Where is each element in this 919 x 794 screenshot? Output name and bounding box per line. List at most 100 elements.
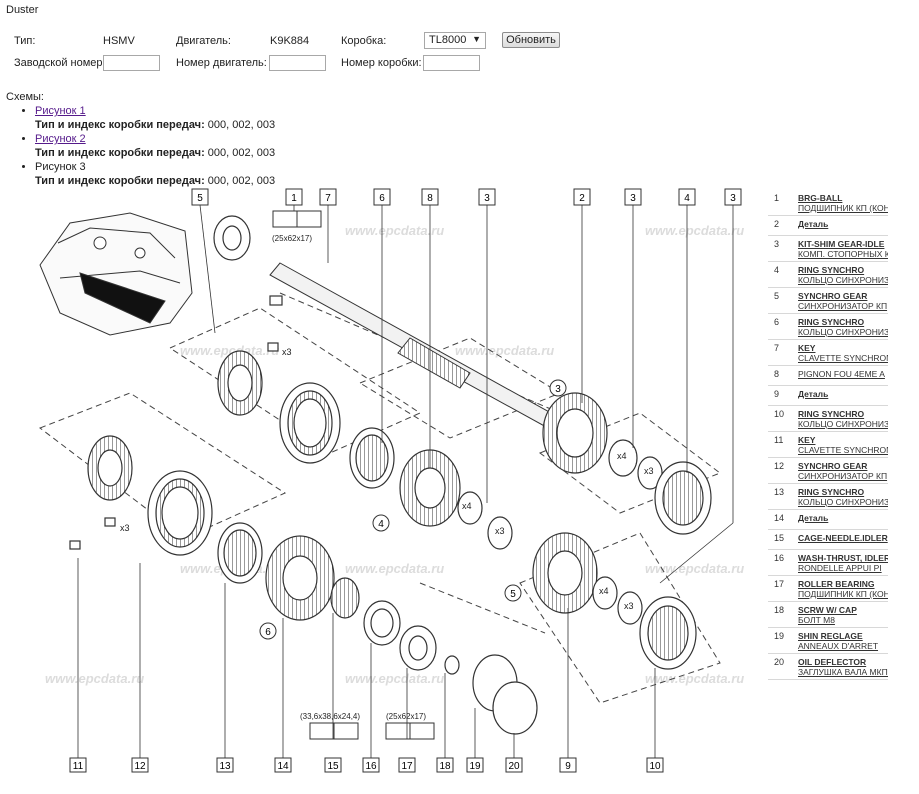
parts-row[interactable]: 12 SYNCHRO GEAR СИНХРОНИЗАТОР КП (768, 458, 888, 484)
part-name: RING SYNCHRO (798, 487, 865, 497)
watermark: www.epcdata.ru (345, 223, 444, 238)
gear-rings (69, 295, 712, 735)
callout-box-18[interactable]: 18 (436, 757, 454, 773)
parts-row[interactable]: 5 SYNCHRO GEAR СИНХРОНИЗАТОР КП (768, 288, 888, 314)
parts-row[interactable]: 9 Деталь (768, 386, 888, 406)
part-number: 8 (774, 369, 780, 379)
dimension-label-1: (25x62x17) (272, 234, 312, 243)
callout-box-9[interactable]: 9 (559, 757, 577, 773)
scheme-sub-label: Тип и индекс коробки передач: (35, 147, 205, 159)
qty-x4-label: x4 (599, 586, 609, 596)
parts-row[interactable]: 2 Деталь (768, 216, 888, 236)
parts-row[interactable]: 4 RING SYNCHROКОЛЬЦО СИНХРОНИЗАТ (768, 262, 888, 288)
bottom-callouts: 11 12 13 14 15 16 17 18 19 20 9 10 (69, 757, 664, 773)
callout-number: 6 (379, 193, 385, 204)
part-number: 15 (774, 533, 785, 543)
schemes-list: Рисунок 1 Тип и индекс коробки передач: … (20, 104, 335, 188)
callout-box-3[interactable]: 3 (724, 188, 742, 206)
callout-box-8[interactable]: 8 (421, 188, 439, 206)
scheme-sub-value: 000, 002, 003 (204, 147, 276, 159)
circle-callout-number: 5 (510, 589, 516, 600)
part-number: 16 (774, 553, 785, 563)
parts-row[interactable]: 18 SCRW W/ CAP БОЛТ M8 (768, 602, 888, 628)
gearbox-number-input[interactable] (423, 55, 480, 71)
part-desc: КОЛЬЦО СИНХРОНИЗАТ (798, 419, 888, 429)
parts-row[interactable]: 11 KEY CLAVETTE SYNCHRON (768, 432, 888, 458)
callout-box-5[interactable]: 5 (191, 188, 209, 206)
engine-number-label: Номер двигатель: (176, 57, 267, 69)
callout-number: 3 (630, 193, 636, 204)
part-name: RING SYNCHRO (798, 317, 865, 327)
callout-box-20[interactable]: 20 (505, 757, 523, 773)
part-number: 5 (774, 291, 780, 301)
parts-row[interactable]: 1 BRG-BALL ПОДШИПНИК КП (КОНИ (768, 190, 888, 216)
callout-box-12[interactable]: 12 (131, 757, 149, 773)
watermark: www.epcdata.ru (645, 671, 744, 686)
refresh-button[interactable]: Обновить (502, 32, 560, 48)
callout-box-3[interactable]: 3 (624, 188, 642, 206)
callout-box-17[interactable]: 17 (398, 757, 416, 773)
parts-row[interactable]: 17 ROLLER BEARING ПОДШИПНИК КП (КОНИ (768, 576, 888, 602)
parts-row[interactable]: 14 Деталь (768, 510, 888, 530)
callout-number: 17 (401, 761, 413, 772)
callout-number: 14 (277, 761, 289, 772)
callout-number: 7 (325, 193, 331, 204)
parts-row[interactable]: 6 RING SYNCHROКОЛЬЦО СИНХРОНИЗАТ (768, 314, 888, 340)
factory-number-input[interactable] (103, 55, 160, 71)
callout-number: 19 (469, 761, 481, 772)
callout-box-10[interactable]: 10 (646, 757, 664, 773)
part-number: 20 (774, 657, 785, 667)
gearbox-select-value: TL8000 (429, 34, 467, 46)
callout-box-2[interactable]: 2 (573, 188, 591, 206)
parts-row[interactable]: 3 KIT-SHIM GEAR-IDLE КОМП. СТОПОРНЫХ КО (768, 236, 888, 262)
watermark: www.epcdata.ru (345, 671, 444, 686)
part-desc: КОЛЬЦО СИНХРОНИЗАТ (798, 327, 888, 337)
callout-box-3[interactable]: 3 (478, 188, 496, 206)
circle-callout-6[interactable]: 6 (259, 622, 277, 640)
parts-row[interactable]: 7 KEY CLAVETTE SYNCHRON (768, 340, 888, 366)
exploded-parts-diagram: www.epcdata.ru www.epcdata.ru www.epcdat… (38, 188, 744, 773)
callout-box-6[interactable]: 6 (373, 188, 391, 206)
part-number: 11 (774, 435, 784, 445)
callout-box-14[interactable]: 14 (274, 757, 292, 773)
part-name: Деталь (798, 513, 829, 523)
parts-row[interactable]: 15 CAGE-NEEDLE.IDLER (768, 530, 888, 550)
dimension-label-15: (33,6x38,6x24,4) (300, 712, 360, 721)
parts-row[interactable]: 13 RING SYNCHROКОЛЬЦО СИНХРОНИЗАТ (768, 484, 888, 510)
engine-value: K9K884 (270, 35, 310, 47)
callout-number: 10 (649, 761, 661, 772)
part-desc: RONDELLE APPUI PI (798, 563, 882, 573)
type-label: Тип: (14, 35, 36, 47)
callout-number: 4 (684, 193, 690, 204)
callout-box-4[interactable]: 4 (678, 188, 696, 206)
part-number: 9 (774, 389, 780, 399)
callout-box-19[interactable]: 19 (466, 757, 484, 773)
scheme-link-2[interactable]: Рисунок 2 (35, 133, 86, 145)
qty-x4-label: x4 (617, 451, 627, 461)
circle-callout-3[interactable]: 3 (549, 379, 567, 397)
scheme-sub-value: 000, 002, 003 (204, 119, 276, 131)
parts-row[interactable]: 20 OIL DEFLECTOR ЗАГЛУШКА ВАЛА МКПП (768, 654, 888, 680)
parts-list: 1 BRG-BALL ПОДШИПНИК КП (КОНИ 2 Деталь 3 KIT… (768, 190, 888, 680)
callout-box-1[interactable]: 1 (285, 188, 303, 206)
part-number: 17 (774, 579, 785, 589)
part-desc: CLAVETTE SYNCHRON (798, 353, 888, 363)
parts-row[interactable]: 19 SHIN REGLAGE ANNEAUX D'ARRET (768, 628, 888, 654)
circle-callout-number: 4 (378, 519, 384, 530)
callout-box-11[interactable]: 11 (69, 757, 87, 773)
circle-callout-4[interactable]: 4 (372, 514, 390, 532)
parts-row[interactable]: 16 WASH-THRUST, IDLER RONDELLE APPUI PI (768, 550, 888, 576)
gearbox-select[interactable]: TL8000 ▼ (424, 32, 486, 49)
callout-box-15[interactable]: 15 (324, 757, 342, 773)
callout-box-7[interactable]: 7 (319, 188, 337, 206)
callout-box-13[interactable]: 13 (216, 757, 234, 773)
circle-callout-5[interactable]: 5 (504, 584, 522, 602)
callout-box-16[interactable]: 16 (362, 757, 380, 773)
scheme-link-1[interactable]: Рисунок 1 (35, 105, 86, 117)
gearbox-number-label: Номер коробки: (341, 57, 422, 69)
part-name: SYNCHRO GEAR (798, 461, 868, 471)
parts-row[interactable]: 8 PIGNON FOU 4EME A (768, 366, 888, 386)
engine-number-input[interactable] (269, 55, 326, 71)
part-desc: ANNEAUX D'ARRET (798, 641, 879, 651)
parts-row[interactable]: 10 RING SYNCHROКОЛЬЦО СИНХРОНИЗАТ (768, 406, 888, 432)
